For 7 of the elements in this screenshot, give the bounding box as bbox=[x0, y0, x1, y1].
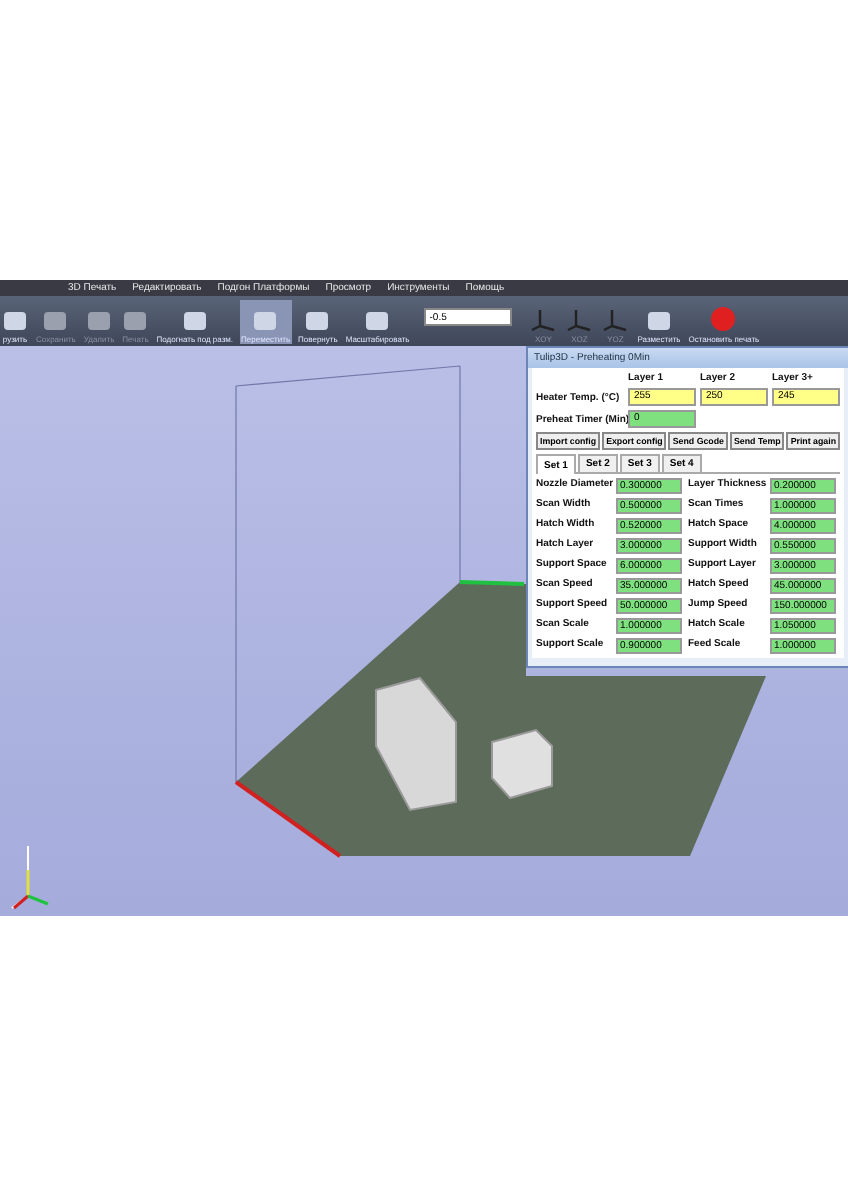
axes-icon bbox=[601, 308, 630, 332]
model-object bbox=[375, 676, 457, 812]
axes-icon bbox=[529, 308, 558, 332]
stop-icon bbox=[710, 306, 737, 332]
axes-icon bbox=[565, 308, 594, 332]
axes-icon bbox=[11, 845, 49, 910]
model-object bbox=[491, 728, 553, 800]
